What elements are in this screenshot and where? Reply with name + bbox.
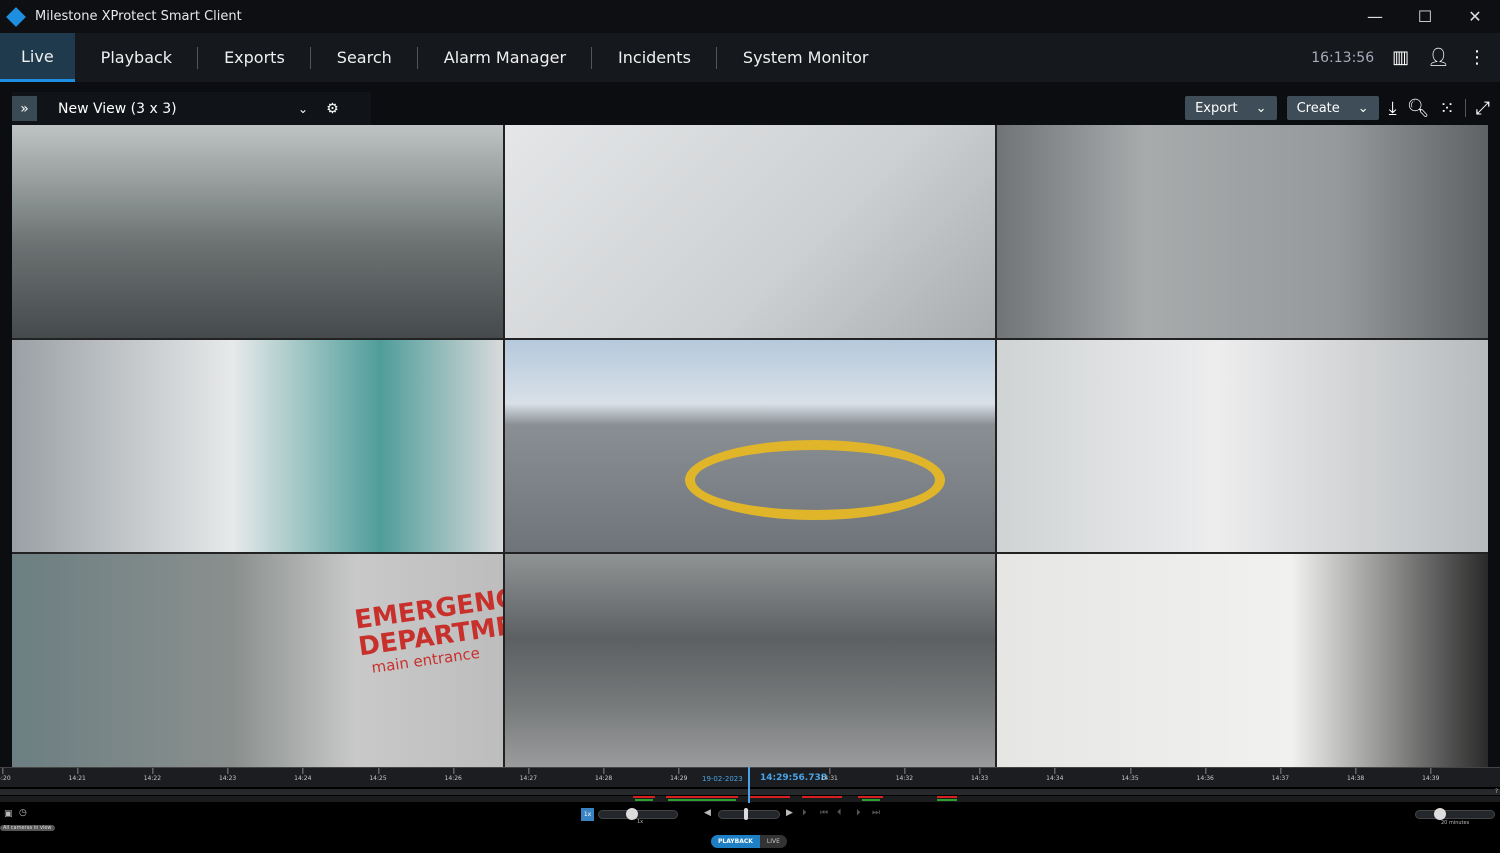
tick-label: 14:22 <box>143 768 162 782</box>
user-icon[interactable]: 👤︎ <box>1427 47 1450 68</box>
jog-slider[interactable] <box>718 808 780 820</box>
skip-start-icon[interactable]: ⏮ <box>820 808 828 818</box>
previous-icon[interactable]: ⏴ <box>837 808 842 818</box>
step-forward-icon[interactable]: ⏵ <box>802 808 807 818</box>
view-settings-icon[interactable]: ⚙ <box>326 101 339 117</box>
evidence-lock-icon[interactable]: ▥ <box>1392 47 1409 68</box>
emergency-sign: EMERGENCY DEPARTMENT main entrance <box>353 581 503 678</box>
tab-incidents[interactable]: Incidents <box>592 33 717 82</box>
time-span-label: 20 minutes <box>1441 820 1470 826</box>
export-label: Export <box>1195 100 1238 116</box>
app-title: Milestone XProtect Smart Client <box>35 9 242 24</box>
create-dropdown[interactable]: Create ⌄ <box>1286 96 1379 120</box>
live-mode-button[interactable]: LIVE <box>759 835 787 848</box>
tick-label: 14:29 <box>670 768 688 782</box>
camera-tile-emergency-entrance[interactable]: EMERGENCY DEPARTMENT main entrance <box>12 554 503 767</box>
minimize-button[interactable]: — <box>1350 0 1400 33</box>
tick-label: 14:28 <box>594 768 613 782</box>
tab-system-monitor[interactable]: System Monitor <box>717 33 895 82</box>
recording-track[interactable]: All cameras in view ? <box>0 788 1500 831</box>
tick-label: 14:20 <box>0 768 11 782</box>
search-recordings-icon[interactable]: 🔍︎ <box>1407 98 1430 119</box>
export-dropdown[interactable]: Export ⌄ <box>1185 96 1277 120</box>
view-toolbar: » New View (3 x 3) ⌄ ⚙ Export ⌄ Create ⌄ ⤓… <box>0 92 1500 125</box>
timeline-track[interactable] <box>0 789 1500 795</box>
app-logo-icon <box>6 6 26 27</box>
clock-icon[interactable]: ◷ <box>19 808 27 818</box>
tick-label: 14:26 <box>444 768 462 782</box>
tick-label: 14:31 <box>820 768 838 782</box>
speed-badge[interactable]: 1x <box>581 808 594 821</box>
clock: 16:13:56 <box>1311 49 1375 66</box>
tick-label: 14:33 <box>970 768 989 782</box>
camera-view-icon[interactable]: ▣ <box>4 809 13 819</box>
camera-tile-helipad[interactable] <box>504 339 996 553</box>
current-time: 14:29:56.738 <box>760 773 827 783</box>
tick-label: 14:25 <box>369 768 387 782</box>
tick-label: 14:39 <box>1422 768 1440 782</box>
fullscreen-icon[interactable]: ⤢ <box>1476 98 1490 119</box>
camera-grid: EMERGENCY DEPARTMENT main entrance <box>12 125 1488 767</box>
tick-label: 14:35 <box>1121 768 1139 782</box>
tick-label: 14:23 <box>218 768 237 782</box>
tick-label: 14:34 <box>1046 768 1064 782</box>
chevron-down-icon: ⌄ <box>1357 100 1369 116</box>
time-ruler[interactable]: 19-02-2023 14:29:56.738 14:20 14:21 14:22 1… <box>0 767 1500 787</box>
tab-playback[interactable]: Playback <box>75 33 199 82</box>
help-icon[interactable]: ? <box>1495 788 1498 795</box>
playback-controls: ▣ ◷ 1x 1x ◀ ▶ ⏵ ⏮ ⏴ ⏵ ⏭ 20 minutes <box>0 808 1500 826</box>
timeline-date: 19-02-2023 <box>702 775 743 783</box>
close-button[interactable]: ✕ <box>1450 0 1500 33</box>
skip-end-icon[interactable]: ⏭ <box>872 808 880 818</box>
speed-label: 1x <box>637 819 644 825</box>
view-selector[interactable]: » New View (3 x 3) ⌄ ⚙ <box>12 92 371 125</box>
tick-label: 14:24 <box>294 768 312 782</box>
camera-tile-ambulance-bay[interactable] <box>504 554 996 767</box>
speed-slider[interactable] <box>598 808 678 820</box>
timeline[interactable]: 19-02-2023 14:29:56.738 14:20 14:21 14:22 1… <box>0 767 1500 853</box>
tab-exports[interactable]: Exports <box>198 33 311 82</box>
layout-settings-icon[interactable]: ⁙ <box>1440 98 1455 119</box>
camera-tile-elevators[interactable] <box>997 125 1488 338</box>
tick-label: 14:38 <box>1346 768 1365 782</box>
title-bar: Milestone XProtect Smart Client — ☐ ✕ <box>0 0 1500 33</box>
view-name: New View (3 x 3) <box>58 100 177 117</box>
divider <box>1464 99 1466 117</box>
tab-live[interactable]: Live <box>0 33 75 82</box>
playhead[interactable] <box>748 767 750 803</box>
expand-panel-icon[interactable]: » <box>12 96 37 121</box>
tick-label: 14:36 <box>1196 768 1214 782</box>
tick-label: 14:32 <box>895 768 914 782</box>
retrieve-icon[interactable]: ⤓ <box>1389 98 1397 119</box>
tab-search[interactable]: Search <box>311 33 418 82</box>
tick-label: 14:27 <box>519 768 538 782</box>
camera-tile-parking-garage[interactable] <box>12 125 503 338</box>
next-icon[interactable]: ⏵ <box>856 808 861 818</box>
play-icon[interactable]: ▶ <box>786 808 793 818</box>
tick-label: 14:37 <box>1271 768 1290 782</box>
tab-alarm-manager[interactable]: Alarm Manager <box>418 33 593 82</box>
chevron-down-icon: ⌄ <box>1255 100 1267 116</box>
all-cameras-label: All cameras in view <box>0 825 55 831</box>
tick-label: 14:21 <box>68 768 86 782</box>
playback-mode-button[interactable]: PLAYBACK <box>711 835 760 848</box>
more-menu-icon[interactable]: ⋮ <box>1468 47 1486 68</box>
mode-toggle[interactable]: PLAYBACK LIVE <box>711 835 787 848</box>
create-label: Create <box>1296 100 1340 116</box>
play-reverse-icon[interactable]: ◀ <box>704 808 711 818</box>
chevron-down-icon[interactable]: ⌄ <box>298 102 308 116</box>
helipad-marking <box>684 439 945 520</box>
camera-tile-atrium[interactable] <box>997 339 1488 553</box>
maximize-button[interactable]: ☐ <box>1400 0 1450 33</box>
main-nav: Live Playback Exports Search Alarm Manag… <box>0 33 1500 82</box>
camera-tile-storage-room[interactable] <box>12 339 503 553</box>
camera-tile-nurse-station[interactable] <box>504 125 996 338</box>
time-span-slider[interactable] <box>1415 808 1495 820</box>
camera-tile-stairwell[interactable] <box>997 554 1488 767</box>
